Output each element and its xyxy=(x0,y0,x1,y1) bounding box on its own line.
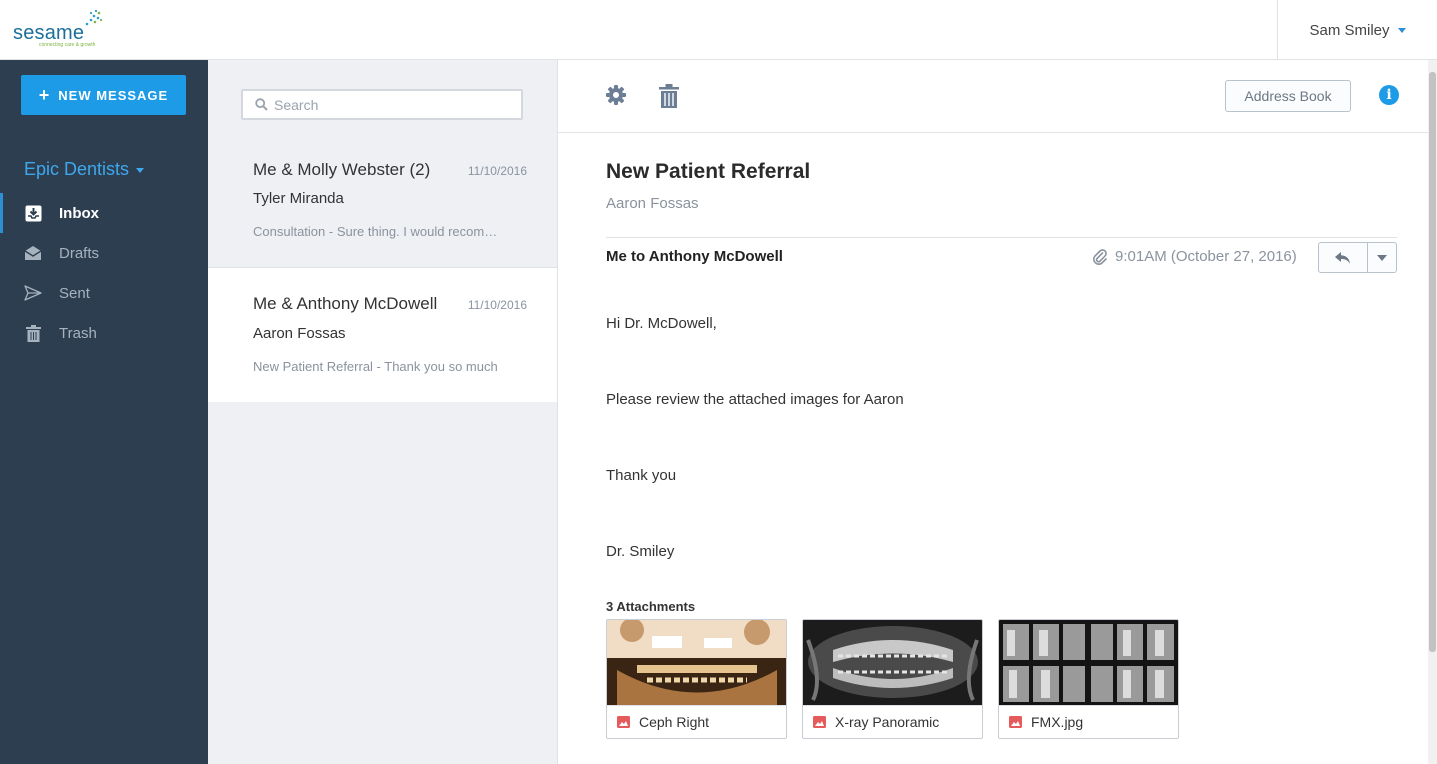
top-bar: sesame connecting care & growth Sam Smil… xyxy=(0,0,1437,60)
sidebar-item-label: Sent xyxy=(59,284,90,302)
inbox-icon xyxy=(24,204,42,222)
message-subject: New Patient Referral xyxy=(606,160,811,183)
attachment-name: FMX.jpg xyxy=(1031,714,1084,730)
organization-name: Epic Dentists xyxy=(24,159,130,179)
image-file-icon xyxy=(617,716,630,728)
attachment-footer: X-ray Panoramic xyxy=(803,705,982,738)
message-body-line: Hi Dr. McDowell, xyxy=(606,315,717,332)
sidebar: + NEW MESSAGE Epic Dentists Inbox Drafts… xyxy=(0,60,208,764)
image-file-icon xyxy=(813,716,826,728)
search-icon xyxy=(255,98,268,111)
scrollbar-thumb[interactable] xyxy=(1429,72,1436,652)
logo-tagline: connecting care & growth xyxy=(39,42,96,48)
sent-icon xyxy=(24,284,42,302)
gear-icon[interactable] xyxy=(605,84,629,108)
thread-title: Me & Molly Webster (2) xyxy=(253,160,431,179)
chevron-down-icon xyxy=(1377,254,1388,261)
search-box[interactable] xyxy=(241,89,523,120)
attachment-name: Ceph Right xyxy=(639,714,710,730)
thread-title: Me & Anthony McDowell xyxy=(253,294,438,313)
reply-button-group xyxy=(1318,242,1397,273)
info-icon[interactable]: i xyxy=(1379,85,1399,105)
new-message-button[interactable]: + NEW MESSAGE xyxy=(21,75,186,115)
message-toolbar: Address Book i xyxy=(558,60,1428,133)
plus-icon: + xyxy=(38,85,51,105)
attachment-name: X-ray Panoramic xyxy=(835,714,940,730)
thread-item-selected[interactable]: Me & Anthony McDowell 11/10/2016 Aaron F… xyxy=(208,268,557,402)
attachment-footer: FMX.jpg xyxy=(999,705,1178,738)
reply-button[interactable] xyxy=(1319,243,1369,272)
scrollbar[interactable] xyxy=(1428,60,1437,764)
message-meta: 9:01AM (October 27, 2016) xyxy=(1093,248,1297,265)
reading-pane: Address Book i New Patient Referral Aaro… xyxy=(558,60,1428,764)
message-body-line: Thank you xyxy=(606,467,677,484)
address-book-button[interactable]: Address Book xyxy=(1225,80,1351,112)
thread-snippet: Consultation - Sure thing. I would recom… xyxy=(253,224,505,239)
chevron-down-icon xyxy=(1397,27,1406,33)
message-patient: Aaron Fossas xyxy=(606,195,699,212)
chevron-down-icon xyxy=(136,167,145,173)
thread-patient: Tyler Miranda xyxy=(253,190,344,207)
thread-snippet: New Patient Referral - Thank you so much xyxy=(253,359,498,374)
sidebar-item-label: Trash xyxy=(59,324,97,342)
attachment-card[interactable]: X-ray Panoramic xyxy=(802,619,983,739)
attachment-thumbnail xyxy=(803,620,982,705)
thread-date: 11/10/2016 xyxy=(467,164,527,178)
message-time: 9:01AM (October 27, 2016) xyxy=(1115,248,1297,265)
new-message-label: NEW MESSAGE xyxy=(58,87,169,103)
reply-icon xyxy=(1335,251,1351,264)
user-name: Sam Smiley xyxy=(1309,21,1390,39)
sidebar-item-trash[interactable]: Trash xyxy=(0,313,208,353)
drafts-icon xyxy=(24,244,42,262)
attachment-footer: Ceph Right xyxy=(607,705,786,738)
message-body-line: Dr. Smiley xyxy=(606,543,675,560)
sidebar-item-label: Inbox xyxy=(59,204,99,222)
attachment-card[interactable]: Ceph Right xyxy=(606,619,787,739)
message-participants: Me to Anthony McDowell xyxy=(606,248,783,265)
thread-patient: Aaron Fossas xyxy=(253,325,346,342)
sidebar-item-drafts[interactable]: Drafts xyxy=(0,233,208,273)
attachment-thumbnail xyxy=(607,620,786,705)
search-input[interactable] xyxy=(274,96,504,113)
sidebar-item-sent[interactable]: Sent xyxy=(0,273,208,313)
paperclip-icon xyxy=(1093,248,1107,265)
image-file-icon xyxy=(1009,716,1022,728)
organization-switcher[interactable]: Epic Dentists xyxy=(24,159,145,180)
header-divider xyxy=(606,237,1397,238)
attachments-count: 3 Attachments xyxy=(606,599,696,614)
folder-nav: Inbox Drafts Sent Trash xyxy=(0,193,208,353)
message-list: Me & Molly Webster (2) 11/10/2016 Tyler … xyxy=(208,60,558,764)
sidebar-item-inbox[interactable]: Inbox xyxy=(0,193,208,233)
sesame-logo[interactable]: sesame connecting care & growth xyxy=(13,10,108,52)
trash-icon[interactable] xyxy=(658,84,682,108)
thread-date: 11/10/2016 xyxy=(467,298,527,312)
user-menu[interactable]: Sam Smiley xyxy=(1277,0,1437,60)
trash-icon xyxy=(24,324,42,342)
reply-options-dropdown[interactable] xyxy=(1368,243,1396,272)
attachment-thumbnail xyxy=(999,620,1178,705)
sidebar-item-label: Drafts xyxy=(59,244,100,262)
thread-item[interactable]: Me & Molly Webster (2) 11/10/2016 Tyler … xyxy=(208,140,557,268)
message-body-line: Please review the attached images for Aa… xyxy=(606,391,904,408)
attachment-card[interactable]: FMX.jpg xyxy=(998,619,1179,739)
